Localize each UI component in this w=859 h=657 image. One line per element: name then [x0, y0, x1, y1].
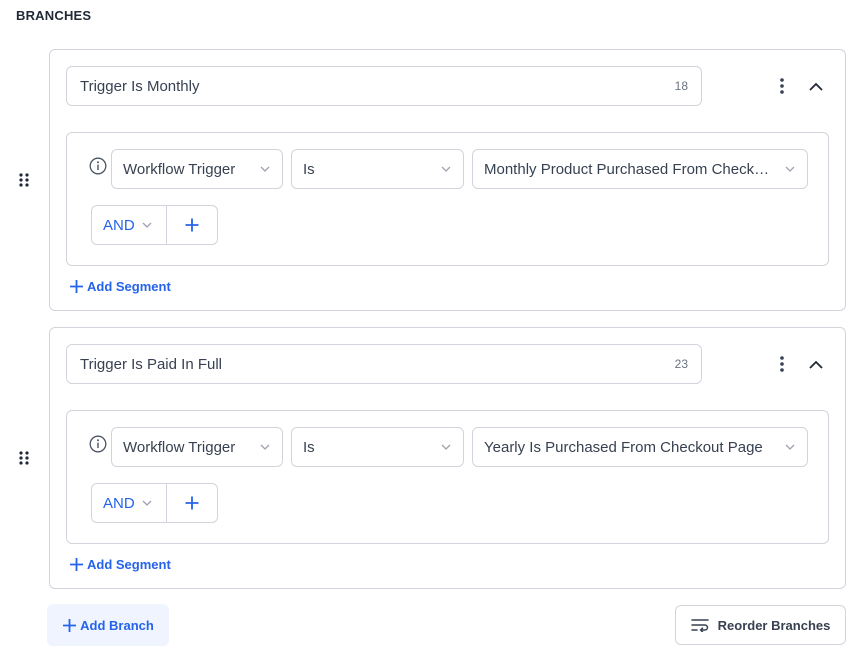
drag-handle-icon[interactable] [17, 172, 31, 188]
add-segment-button[interactable]: Add Segment [69, 279, 171, 294]
chevron-down-icon [260, 444, 270, 450]
kebab-menu-icon[interactable] [774, 74, 790, 98]
plus-icon [70, 280, 83, 293]
plus-icon [185, 496, 199, 510]
add-segment-button[interactable]: Add Segment [69, 557, 171, 572]
chevron-up-icon[interactable] [806, 354, 826, 374]
chevron-down-icon [142, 500, 152, 506]
section-title: BRANCHES [16, 8, 92, 23]
branch-card: Trigger Is Paid In Full 23 Workflow Trig… [49, 327, 846, 589]
branch-name-input[interactable]: Trigger Is Monthly 18 [66, 66, 702, 106]
logic-group: AND [91, 483, 218, 523]
chevron-down-icon [785, 166, 795, 172]
operator-select-value: Is [303, 438, 315, 456]
reorder-branches-label: Reorder Branches [717, 617, 831, 633]
segment-box: Workflow Trigger Is Monthly Product Purc… [66, 132, 829, 266]
kebab-menu-icon[interactable] [774, 352, 790, 376]
chevron-down-icon [142, 222, 152, 228]
value-select-value: Yearly Is Purchased From Checkout Page [484, 438, 763, 456]
add-branch-label: Add Branch [80, 617, 154, 633]
branch-name-text: Trigger Is Paid In Full [80, 355, 222, 373]
plus-icon [185, 218, 199, 232]
add-condition-button[interactable] [167, 206, 217, 244]
char-count: 18 [674, 79, 688, 93]
operator-select[interactable]: Is [291, 149, 464, 189]
logic-select-value: AND [103, 216, 135, 234]
operator-select-value: Is [303, 160, 315, 178]
branch-name-input[interactable]: Trigger Is Paid In Full 23 [66, 344, 702, 384]
logic-select[interactable]: AND [92, 484, 167, 522]
field-select[interactable]: Workflow Trigger [111, 427, 283, 467]
logic-group: AND [91, 205, 218, 245]
add-segment-label: Add Segment [87, 279, 171, 294]
value-select[interactable]: Monthly Product Purchased From Checkout … [472, 149, 808, 189]
value-select[interactable]: Yearly Is Purchased From Checkout Page [472, 427, 808, 467]
char-count: 23 [674, 357, 688, 371]
reorder-branches-button[interactable]: Reorder Branches [675, 605, 846, 645]
segment-box: Workflow Trigger Is Yearly Is Purchased … [66, 410, 829, 544]
info-icon[interactable] [89, 157, 107, 175]
chevron-down-icon [260, 166, 270, 172]
field-select-value: Workflow Trigger [123, 438, 236, 456]
chevron-down-icon [441, 444, 451, 450]
plus-icon [70, 558, 83, 571]
chevron-down-icon [785, 444, 795, 450]
add-condition-button[interactable] [167, 484, 217, 522]
drag-handle-icon[interactable] [17, 450, 31, 466]
value-select-value: Monthly Product Purchased From Checkout … [484, 160, 776, 178]
chevron-up-icon[interactable] [806, 76, 826, 96]
branch-name-text: Trigger Is Monthly [80, 77, 200, 95]
add-branch-button[interactable]: Add Branch [47, 604, 169, 646]
plus-icon [63, 618, 77, 632]
reorder-icon [690, 619, 709, 632]
field-select-value: Workflow Trigger [123, 160, 236, 178]
logic-select[interactable]: AND [92, 206, 167, 244]
logic-select-value: AND [103, 494, 135, 512]
chevron-down-icon [441, 166, 451, 172]
info-icon[interactable] [89, 435, 107, 453]
add-segment-label: Add Segment [87, 557, 171, 572]
branch-card: Trigger Is Monthly 18 Workflow Trigger I… [49, 49, 846, 311]
operator-select[interactable]: Is [291, 427, 464, 467]
field-select[interactable]: Workflow Trigger [111, 149, 283, 189]
